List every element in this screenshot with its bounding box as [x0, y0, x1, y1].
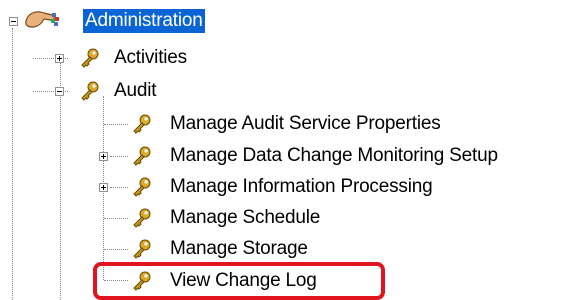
- tree-node-label: Manage Storage: [170, 238, 308, 259]
- tree-node-manage-information-processing[interactable]: Manage Information Processing: [0, 172, 560, 202]
- key-icon: [133, 239, 151, 259]
- tree-node-label: Manage Data Change Monitoring Setup: [170, 145, 498, 166]
- collapse-expander[interactable]: [9, 17, 18, 26]
- expand-expander[interactable]: [99, 152, 108, 161]
- key-icon: [133, 177, 151, 197]
- tree-node-activities[interactable]: Activities: [0, 43, 300, 73]
- key-icon: [81, 48, 99, 68]
- tree-node-manage-audit-service-properties[interactable]: Manage Audit Service Properties: [0, 109, 560, 139]
- annotation-highlight-box: [93, 262, 385, 300]
- tree-node-administration[interactable]: Administration: [0, 6, 260, 36]
- collapse-expander[interactable]: [55, 87, 64, 96]
- key-icon: [133, 208, 151, 228]
- tree-view: Administration Activities Audit Manage A…: [0, 0, 585, 300]
- key-icon: [133, 146, 151, 166]
- tree-node-manage-storage[interactable]: Manage Storage: [0, 234, 400, 264]
- key-icon: [81, 81, 99, 101]
- tree-node-audit[interactable]: Audit: [0, 76, 300, 106]
- expand-expander[interactable]: [99, 183, 108, 192]
- tree-node-manage-schedule[interactable]: Manage Schedule: [0, 203, 400, 233]
- tree-node-label: Activities: [114, 47, 187, 68]
- tree-node-label: Manage Information Processing: [170, 176, 433, 197]
- key-icon: [133, 114, 151, 134]
- admin-hand-icon: [25, 11, 59, 28]
- tree-node-label: Manage Schedule: [170, 207, 321, 228]
- tree-node-label: Audit: [114, 80, 157, 101]
- tree-node-label: Manage Audit Service Properties: [170, 113, 441, 134]
- expand-expander[interactable]: [55, 54, 64, 63]
- tree-node-manage-data-change-monitoring-setup[interactable]: Manage Data Change Monitoring Setup: [0, 141, 585, 171]
- tree-node-label: Administration: [83, 9, 205, 33]
